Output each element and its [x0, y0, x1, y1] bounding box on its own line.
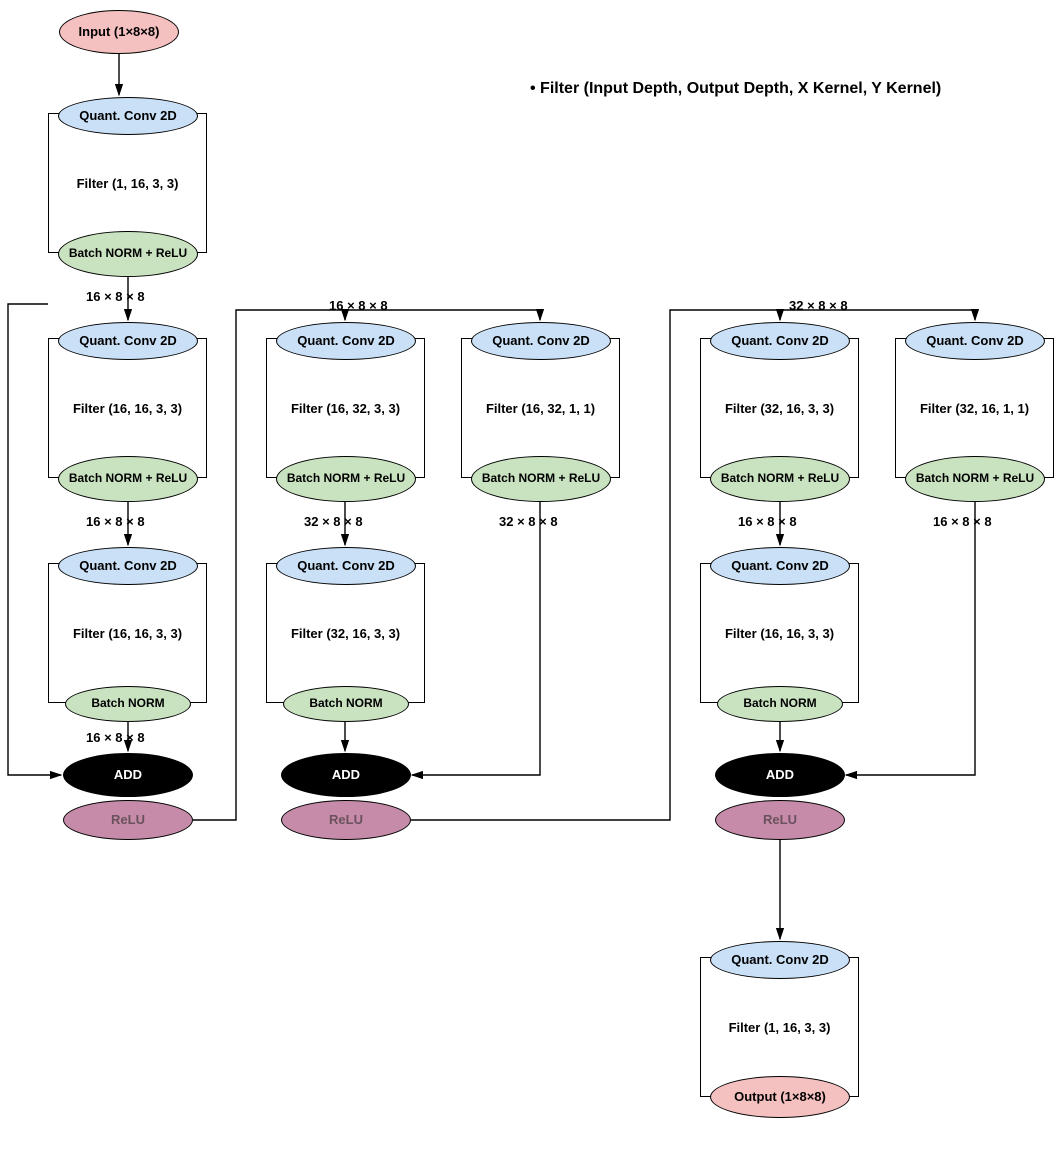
c2s-dim: 32 × 8 × 8	[499, 514, 558, 529]
c3s-dim: 16 × 8 × 8	[933, 514, 992, 529]
c3-dim1: 16 × 8 × 8	[738, 514, 797, 529]
c1-relu: ReLU	[63, 800, 193, 840]
c1-filter2: Filter (16, 16, 3, 3)	[73, 626, 182, 641]
c3-conv1: Quant. Conv 2D	[710, 322, 850, 360]
c2-in-dim: 16 × 8 × 8	[329, 298, 388, 313]
out-filter: Filter (1, 16, 3, 3)	[729, 1020, 831, 1035]
c2-bnrelu1: Batch NORM + ReLU	[276, 456, 416, 502]
c1-conv2: Quant. Conv 2D	[58, 547, 198, 585]
c3s-filter: Filter (32, 16, 1, 1)	[920, 401, 1029, 416]
c2s-conv: Quant. Conv 2D	[471, 322, 611, 360]
c2-bn2: Batch NORM	[283, 686, 409, 722]
c3-conv2: Quant. Conv 2D	[710, 547, 850, 585]
c3-filter1: Filter (32, 16, 3, 3)	[725, 401, 834, 416]
nn-architecture-diagram: Filter (Input Depth, Output Depth, X Ker…	[0, 0, 1060, 1151]
c2-dim1: 32 × 8 × 8	[304, 514, 363, 529]
c1-add: ADD	[63, 753, 193, 797]
c2-filter2: Filter (32, 16, 3, 3)	[291, 626, 400, 641]
stem-bnrelu: Batch NORM + ReLU	[58, 231, 198, 277]
stem-filter: Filter (1, 16, 3, 3)	[77, 176, 179, 191]
c2-add: ADD	[281, 753, 411, 797]
stem-conv: Quant. Conv 2D	[58, 97, 198, 135]
c1-filter1: Filter (16, 16, 3, 3)	[73, 401, 182, 416]
c2s-filter: Filter (16, 32, 1, 1)	[486, 401, 595, 416]
c1-dim2: 16 × 8 × 8	[86, 730, 145, 745]
out-conv: Quant. Conv 2D	[710, 941, 850, 979]
output-node: Output (1×8×8)	[710, 1076, 850, 1118]
c2-conv1: Quant. Conv 2D	[276, 322, 416, 360]
c3-relu: ReLU	[715, 800, 845, 840]
c1-conv1: Quant. Conv 2D	[58, 322, 198, 360]
c3-in-dim: 32 × 8 × 8	[789, 298, 848, 313]
c3s-bnrelu: Batch NORM + ReLU	[905, 456, 1045, 502]
c2-filter1: Filter (16, 32, 3, 3)	[291, 401, 400, 416]
c2s-bnrelu: Batch NORM + ReLU	[471, 456, 611, 502]
c3-add: ADD	[715, 753, 845, 797]
c1-bn2: Batch NORM	[65, 686, 191, 722]
input-node: Input (1×8×8)	[59, 10, 179, 54]
c2-conv2: Quant. Conv 2D	[276, 547, 416, 585]
c2-relu: ReLU	[281, 800, 411, 840]
c1-bnrelu1: Batch NORM + ReLU	[58, 456, 198, 502]
stem-out-dim: 16 × 8 × 8	[86, 289, 145, 304]
c3-bnrelu1: Batch NORM + ReLU	[710, 456, 850, 502]
c3-filter2: Filter (16, 16, 3, 3)	[725, 626, 834, 641]
c1-dim1: 16 × 8 × 8	[86, 514, 145, 529]
c3-bn2: Batch NORM	[717, 686, 843, 722]
legend-text: Filter (Input Depth, Output Depth, X Ker…	[530, 80, 941, 98]
c3s-conv: Quant. Conv 2D	[905, 322, 1045, 360]
